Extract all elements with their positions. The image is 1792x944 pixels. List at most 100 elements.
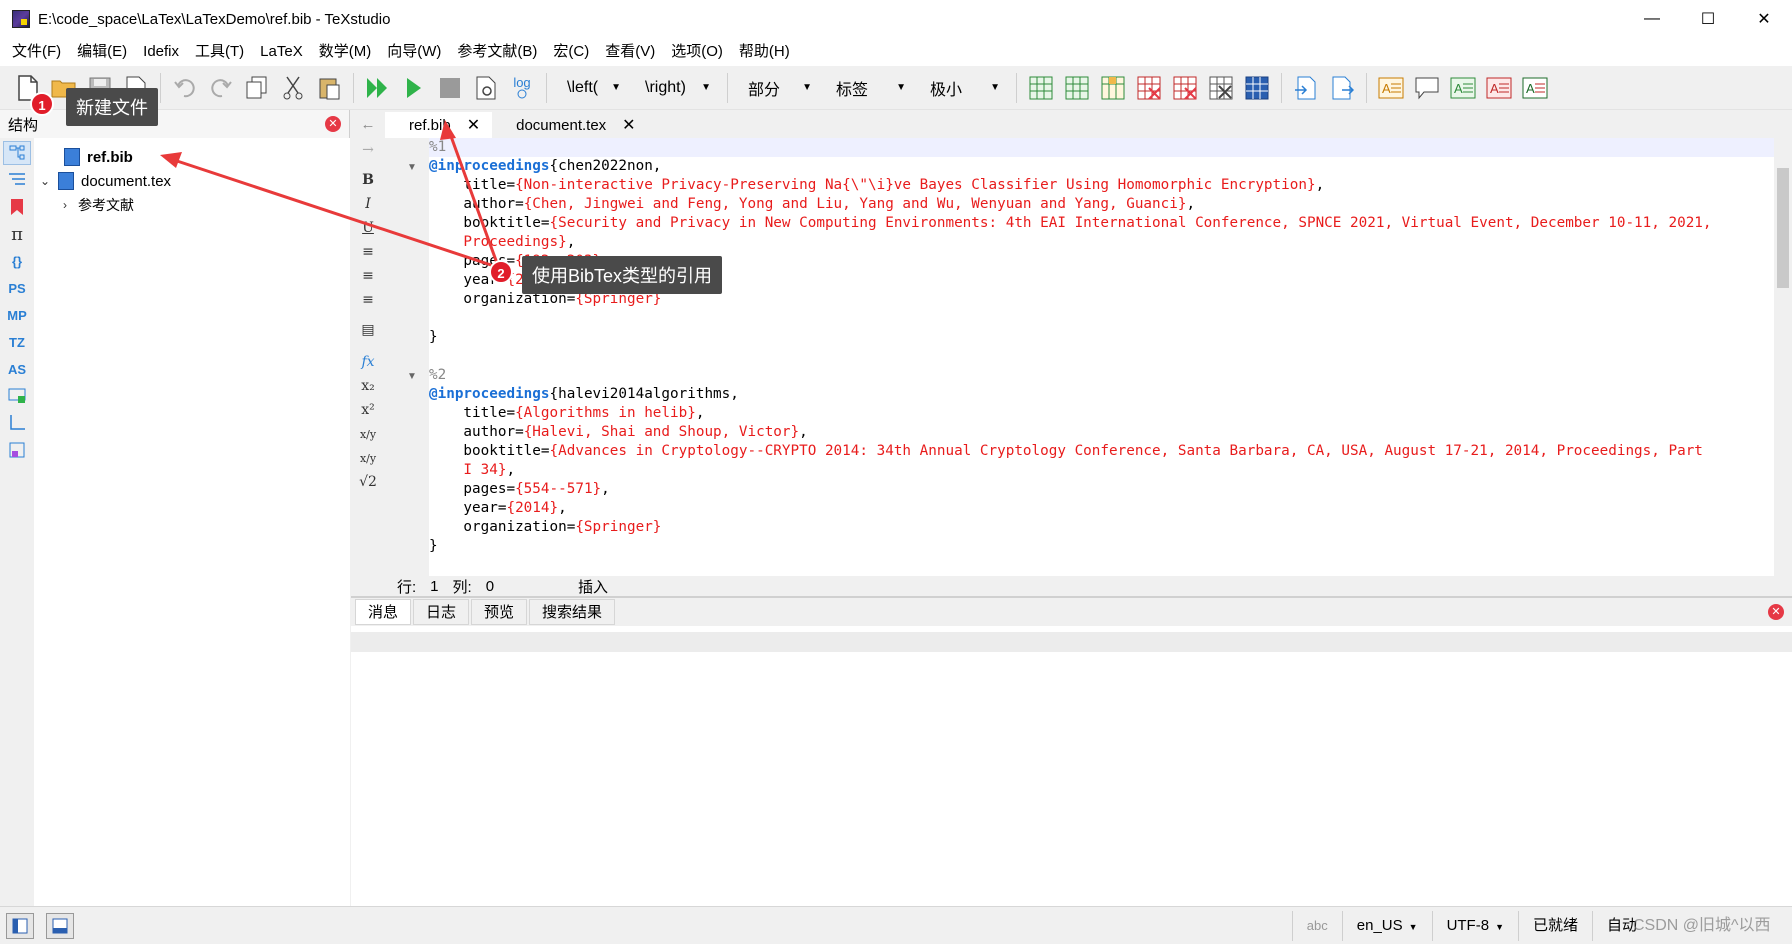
tab-messages[interactable]: 消息 [355,599,412,625]
script-icon[interactable] [3,438,31,462]
editor-vertical-scrollbar[interactable] [1774,138,1792,596]
toggle-structure-panel-icon[interactable] [6,913,34,939]
tab-log[interactable]: 日志 [413,599,470,625]
close-tab-icon[interactable]: ✕ [467,115,480,135]
forward-arrow-icon[interactable]: → [351,138,385,162]
view-log-icon[interactable]: log [508,74,536,102]
text-format-green-icon[interactable]: A [1449,74,1477,102]
code-line[interactable]: } [429,537,438,556]
menu-tools[interactable]: 工具(T) [187,38,252,66]
code-line[interactable]: pages={554--571}, [429,480,609,499]
superscript-icon[interactable]: x² [351,398,385,422]
tab-preview[interactable]: 预览 [471,599,528,625]
menu-file[interactable]: 文件(F) [4,38,69,66]
toggle-messages-panel-icon[interactable] [46,913,74,939]
display-icon[interactable] [3,384,31,408]
paste-icon[interactable] [315,74,343,102]
table-remove-row-icon[interactable] [1135,74,1163,102]
maximize-button[interactable]: ☐ [1680,0,1736,38]
menu-bibliography[interactable]: 参考文献(B) [449,38,545,66]
fold-marker-icon[interactable]: ▼ [407,162,417,173]
code-line[interactable]: author={Halevi, Shai and Shoup, Victor}, [429,423,807,442]
undo-icon[interactable] [171,74,199,102]
tree-item-bibliography[interactable]: › 参考文献 [58,195,134,215]
brackets-icon[interactable]: {} [3,249,31,273]
align-right-icon[interactable]: ≡ [351,288,385,312]
copy-icon[interactable] [243,74,271,102]
right-delimiter-select[interactable]: \right) ▼ [635,73,717,103]
menu-math[interactable]: 数学(M) [311,38,380,66]
code-line[interactable]: year={2014}, [429,499,566,518]
cut-icon[interactable] [279,74,307,102]
close-tab-icon[interactable]: ✕ [622,115,635,135]
view-pdf-icon[interactable] [472,74,500,102]
menu-options[interactable]: 选项(O) [663,38,731,66]
italic-icon[interactable]: I [351,192,385,216]
tree-item-ref-bib[interactable]: ref.bib [64,148,133,166]
redo-icon[interactable] [207,74,235,102]
code-line[interactable]: title={Non-interactive Privacy-Preservin… [429,176,1324,195]
bold-icon[interactable]: B [351,168,385,192]
sidebar-mp[interactable]: MP [3,303,31,327]
code-line[interactable]: @inproceedings{halevi2014algorithms, [429,385,739,404]
insert-text-box-icon[interactable]: A [1377,74,1405,102]
close-panel-icon[interactable]: ✕ [1768,604,1784,620]
code-line[interactable]: %1 [429,138,1774,157]
minimize-button[interactable]: — [1624,0,1680,38]
insert-mode[interactable]: 插入 [578,576,608,597]
table-cut-column-icon[interactable] [1207,74,1235,102]
axis-icon[interactable] [3,411,31,435]
indent-icon[interactable] [1292,74,1320,102]
new-line-icon[interactable]: ▤ [351,318,385,342]
underline-icon[interactable]: U [351,216,385,240]
outline-icon[interactable] [3,168,31,192]
tree-item-document-tex[interactable]: ⌄ document.tex [38,172,171,190]
text-format-dark-green-icon[interactable]: A [1521,74,1549,102]
text-format-red-icon[interactable]: A [1485,74,1513,102]
function-icon[interactable]: fx [351,350,385,374]
menu-idefix[interactable]: Idefix [135,38,187,66]
fraction-icon[interactable]: x/y [351,422,385,446]
code-line[interactable]: %2 [429,366,446,385]
menu-view[interactable]: 查看(V) [597,38,663,66]
encoding-select[interactable]: UTF-8 ▼ [1431,911,1518,941]
bookmark-icon[interactable] [3,195,31,219]
structure-view-icon[interactable] [3,141,31,165]
fold-marker-icon[interactable]: ▼ [407,371,417,382]
code-editor[interactable]: %1 @inproceedings{chen2022non, title={Non… [429,138,1774,578]
tab-search-results[interactable]: 搜索结果 [529,599,616,625]
label-select[interactable]: 标签 ▼ [826,73,912,103]
chevron-down-icon[interactable]: ⌄ [38,174,52,188]
code-line[interactable]: title={Algorithms in helib}, [429,404,704,423]
build-and-view-icon[interactable] [364,74,392,102]
comment-icon[interactable] [1413,74,1441,102]
code-line[interactable]: @inproceedings{chen2022non, [429,157,661,176]
code-line[interactable]: author={Chen, Jingwei and Feng, Yong and… [429,195,1195,214]
align-center-icon[interactable]: ≡ [351,264,385,288]
font-size-select[interactable]: 极小 ▼ [920,73,1006,103]
table-add-column-icon[interactable] [1099,74,1127,102]
code-line[interactable]: I 34}, [429,461,515,480]
subscript-icon[interactable]: x₂ [351,374,385,398]
code-line[interactable]: Proceedings}, [429,233,575,252]
tab-document-tex[interactable]: document.tex ✕ [492,112,648,138]
dfrac-icon[interactable]: x/y [351,446,385,470]
math-symbols-icon[interactable]: π [3,222,31,246]
chevron-right-icon[interactable]: › [58,198,72,212]
section-select[interactable]: 部分 ▼ [738,73,818,103]
spellcheck-icon[interactable]: abc [1291,911,1342,941]
unindent-icon[interactable] [1328,74,1356,102]
table-add-row-icon[interactable] [1063,74,1091,102]
menu-edit[interactable]: 编辑(E) [69,38,135,66]
menu-latex[interactable]: LaTeX [252,38,311,66]
left-delimiter-select[interactable]: \left(▼ [557,73,627,103]
menu-macros[interactable]: 宏(C) [545,38,597,66]
tab-ref-bib[interactable]: ref.bib ✕ [385,112,493,138]
close-button[interactable]: ✕ [1736,0,1792,38]
table-remove-column-icon[interactable] [1171,74,1199,102]
sidebar-ps[interactable]: PS [3,276,31,300]
table-align-icon[interactable] [1243,74,1271,102]
close-panel-icon[interactable]: ✕ [325,116,341,132]
table-icon[interactable] [1027,74,1055,102]
align-left-icon[interactable]: ≡ [351,240,385,264]
